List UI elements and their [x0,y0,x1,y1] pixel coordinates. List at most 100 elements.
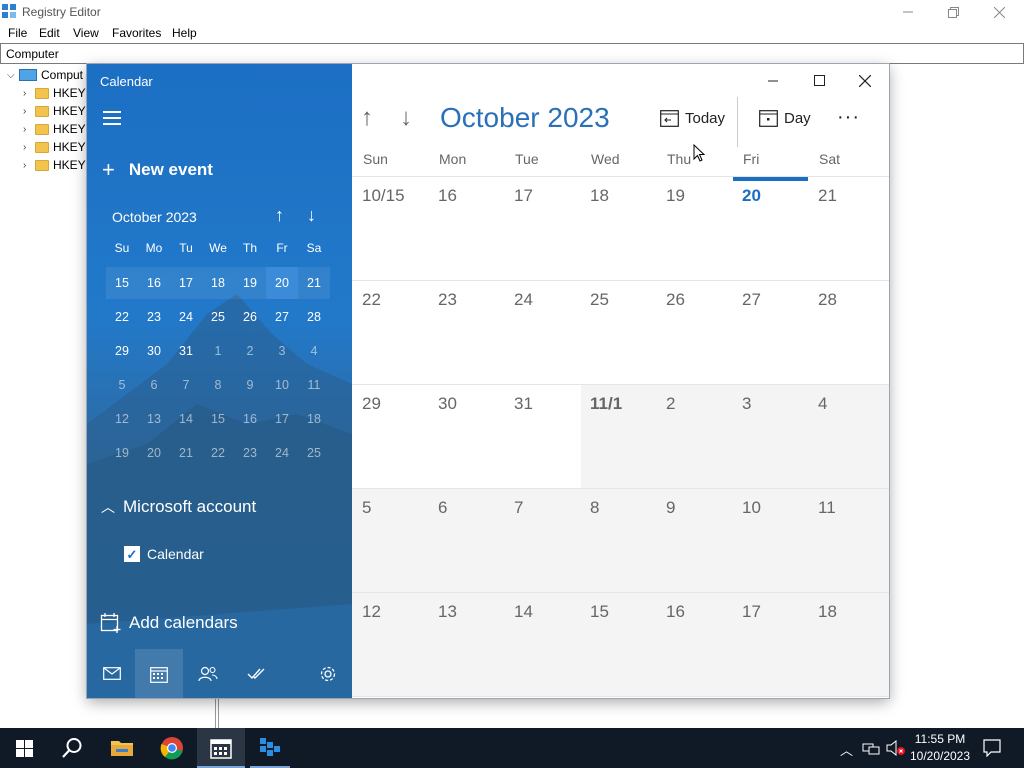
todo-icon[interactable] [232,649,280,698]
settings-icon[interactable] [304,649,352,698]
more-options-icon[interactable]: ··· [837,106,860,129]
mini-day[interactable]: 23 [138,301,170,333]
mini-day[interactable]: 23 [234,437,266,469]
chevron-down-icon[interactable]: ⌵ [7,70,19,81]
mini-day[interactable]: 16 [234,403,266,435]
menu-edit[interactable]: Edit [39,26,60,40]
menu-favorites[interactable]: Favorites [112,26,161,40]
mini-day[interactable]: 17 [266,403,298,435]
day-cell[interactable]: 20 [742,186,761,206]
tree-item[interactable]: › HKEY [23,102,86,120]
mini-day[interactable]: 16 [138,267,170,299]
day-cell[interactable]: 10/15 [362,186,405,206]
tree-item[interactable]: › HKEY [23,120,86,138]
day-cell[interactable]: 17 [742,602,761,622]
checkbox[interactable]: ✓ [124,546,140,562]
account-group-header[interactable]: ︿ Microsoft account [101,497,256,517]
mini-day[interactable]: 3 [266,335,298,367]
mini-calendar-month[interactable]: October 2023 [112,209,197,225]
mini-day[interactable]: 2 [234,335,266,367]
day-cell[interactable]: 24 [514,290,533,310]
registry-address-bar[interactable]: Computer [0,43,1024,64]
mini-day[interactable]: 20 [266,267,298,299]
mini-day[interactable]: 4 [298,335,330,367]
day-cell[interactable]: 11/1 [590,394,622,414]
previous-arrow-icon[interactable]: ↑ [361,104,373,132]
day-cell[interactable]: 2 [666,394,675,414]
mini-day[interactable]: 13 [138,403,170,435]
day-cell[interactable]: 7 [514,498,523,518]
calendar-maximize-button[interactable] [796,64,842,97]
day-cell[interactable]: 3 [742,394,751,414]
new-event-button[interactable]: + New event [102,157,213,183]
mail-icon[interactable] [88,649,136,698]
tree-root[interactable]: ⌵ Comput [7,66,83,84]
mini-day[interactable]: 18 [202,267,234,299]
day-cell[interactable]: 6 [438,498,447,518]
mini-day[interactable]: 18 [298,403,330,435]
clock[interactable]: 11:55 PM 10/20/2023 [905,731,975,765]
chevron-right-icon[interactable]: › [23,142,35,153]
next-arrow-icon[interactable]: ↓ [400,104,412,132]
day-cell[interactable]: 17 [514,186,533,206]
mini-day[interactable]: 21 [298,267,330,299]
menu-view[interactable]: View [73,26,99,40]
chevron-right-icon[interactable]: › [23,106,35,117]
calendar-icon[interactable] [135,649,183,698]
mini-day[interactable]: 6 [138,369,170,401]
search-button[interactable] [48,728,96,768]
registry-minimize-button[interactable] [885,0,931,24]
mini-day[interactable]: 9 [234,369,266,401]
today-button[interactable]: Today [660,109,725,127]
mini-day[interactable]: 8 [202,369,234,401]
tree-item[interactable]: › HKEY [23,138,86,156]
mini-day[interactable]: 10 [266,369,298,401]
day-cell[interactable]: 14 [514,602,533,622]
mini-prev-arrow-icon[interactable]: ↑ [275,205,284,226]
mini-day[interactable]: 17 [170,267,202,299]
mini-day[interactable]: 15 [106,267,138,299]
registry-editor-taskbar-button[interactable] [246,728,294,768]
day-cell[interactable]: 16 [666,602,685,622]
day-cell[interactable]: 8 [590,498,599,518]
calendar-toggle[interactable]: ✓ Calendar [124,546,204,562]
day-cell[interactable]: 11 [818,498,836,518]
mini-day[interactable]: 28 [298,301,330,333]
day-cell[interactable]: 22 [362,290,381,310]
mini-day[interactable]: 19 [234,267,266,299]
mini-day[interactable]: 27 [266,301,298,333]
calendar-minimize-button[interactable] [750,64,796,97]
notifications-icon[interactable] [983,739,1001,757]
day-cell[interactable]: 28 [818,290,837,310]
mini-day[interactable]: 26 [234,301,266,333]
hamburger-menu-icon[interactable] [103,111,121,125]
tree-item[interactable]: › HKEY [23,156,86,174]
chevron-right-icon[interactable]: › [23,124,35,135]
calendar-taskbar-button[interactable] [197,728,245,768]
mini-day[interactable]: 12 [106,403,138,435]
day-cell[interactable]: 30 [438,394,457,414]
mini-day[interactable]: 21 [170,437,202,469]
mini-day[interactable]: 11 [298,369,330,401]
mini-day[interactable]: 29 [106,335,138,367]
mini-day[interactable]: 25 [202,301,234,333]
day-cell[interactable]: 27 [742,290,761,310]
day-cell[interactable]: 29 [362,394,381,414]
day-cell[interactable]: 31 [514,394,533,414]
day-cell[interactable]: 13 [438,602,457,622]
day-cell[interactable]: 10 [742,498,761,518]
mini-day[interactable]: 20 [138,437,170,469]
day-cell[interactable]: 9 [666,498,675,518]
mini-day[interactable]: 19 [106,437,138,469]
file-explorer-button[interactable] [98,728,146,768]
month-title[interactable]: October 2023 [440,102,610,134]
mini-day[interactable]: 22 [202,437,234,469]
chevron-up-icon[interactable]: ︿ [840,740,853,759]
mini-day[interactable]: 1 [202,335,234,367]
mini-next-arrow-icon[interactable]: ↓ [307,205,316,226]
chevron-right-icon[interactable]: › [23,88,35,99]
day-cell[interactable]: 26 [666,290,685,310]
day-cell[interactable]: 15 [590,602,609,622]
mini-day[interactable]: 30 [138,335,170,367]
day-view-button[interactable]: Day [759,109,811,127]
